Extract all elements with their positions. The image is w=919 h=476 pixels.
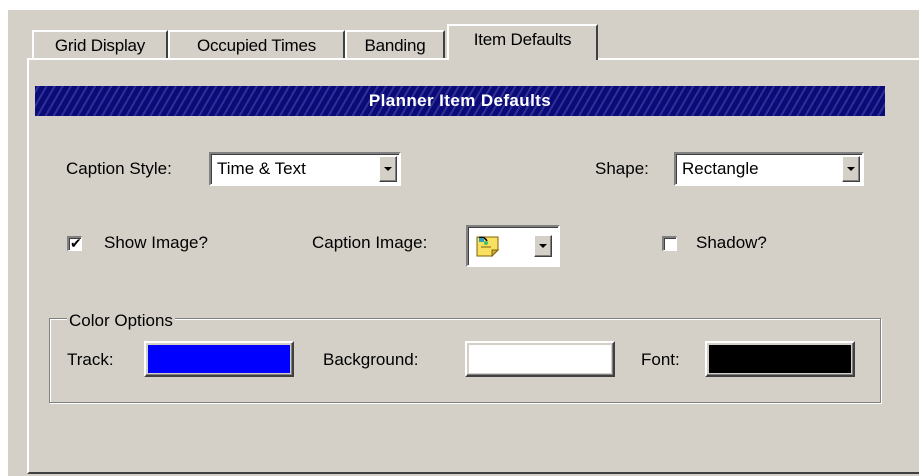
- chevron-down-icon: [384, 167, 392, 171]
- chevron-down-icon: [539, 244, 547, 248]
- background-color-label: Background:: [323, 350, 419, 369]
- background-color-swatch: [469, 345, 611, 373]
- tab-grid-display[interactable]: Grid Display: [32, 30, 168, 58]
- font-color-button[interactable]: [705, 341, 855, 377]
- caption-style-dropdown-button[interactable]: [379, 156, 397, 182]
- shape-dropdown-button[interactable]: [842, 156, 860, 182]
- tab-item-defaults[interactable]: Item Defaults: [447, 24, 598, 60]
- track-color-label: Track:: [67, 350, 114, 369]
- sticky-note-icon: [474, 234, 502, 263]
- caption-image-label: Caption Image:: [312, 233, 428, 252]
- show-image-checkbox[interactable]: ✔: [67, 235, 82, 251]
- shape-label: Shape:: [595, 159, 649, 178]
- show-image-label: Show Image?: [104, 233, 208, 252]
- page-title: Planner Item Defaults: [35, 86, 885, 116]
- tab-occupied-times[interactable]: Occupied Times: [168, 30, 345, 58]
- color-options-title: Color Options: [67, 311, 175, 331]
- shadow-checkbox[interactable]: [662, 236, 677, 251]
- shadow-label: Shadow?: [696, 233, 767, 252]
- tab-banding[interactable]: Banding: [345, 30, 445, 58]
- caption-image-select[interactable]: [466, 225, 560, 267]
- caption-style-value: Time & Text: [217, 159, 306, 178]
- caption-style-label: Caption Style:: [66, 159, 172, 178]
- font-color-label: Font:: [641, 350, 680, 369]
- shape-select[interactable]: Rectangle: [674, 152, 864, 186]
- track-color-swatch: [148, 345, 290, 373]
- track-color-button[interactable]: [144, 341, 294, 377]
- chevron-down-icon: [847, 167, 855, 171]
- caption-style-select[interactable]: Time & Text: [209, 152, 401, 186]
- checkmark-icon: ✔: [70, 235, 82, 251]
- shape-value: Rectangle: [682, 159, 759, 178]
- caption-image-dropdown-button[interactable]: [534, 235, 552, 257]
- font-color-swatch: [709, 345, 851, 373]
- background-color-button[interactable]: [465, 341, 615, 377]
